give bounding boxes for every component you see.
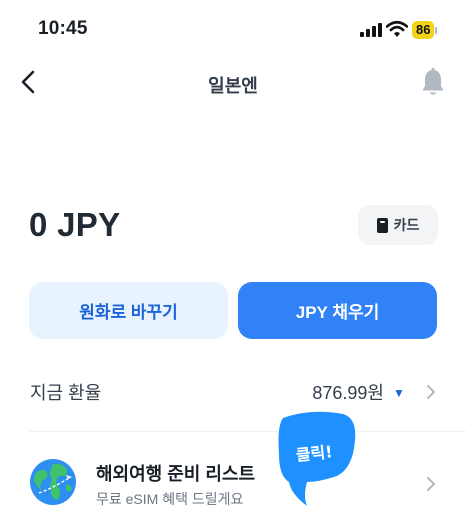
divider [29,431,466,432]
battery-icon: 86 [412,20,438,40]
balance-amount: 0 JPY [29,206,121,243]
promo-subtitle: 무료 eSIM 혜택 드릴게요 [96,491,244,507]
battery-level: 86 [412,21,435,39]
chevron-right-icon [427,385,435,399]
wifi-icon [386,20,408,37]
fill-jpy-button[interactable]: JPY 채우기 [238,282,437,339]
status-time: 10:45 [38,18,88,39]
rate-down-icon: ▼ [393,386,405,400]
exchange-rate-row[interactable]: 지금 환율 876.99원 ▼ [0,365,466,417]
status-bar: 10:45 86 [0,0,466,56]
globe-icon [30,459,76,505]
page-title: 일본엔 [208,76,258,96]
rate-value: 876.99원 [312,383,384,403]
card-button[interactable]: 카드 [358,205,438,245]
exchange-to-krw-button[interactable]: 원화로 바꾸기 [29,282,228,339]
bell-icon[interactable] [419,67,447,99]
promo-title: 해외여행 준비 리스트 [96,464,256,484]
chevron-right-icon [427,477,435,491]
travel-checklist-row[interactable]: 해외여행 준비 리스트 무료 eSIM 혜택 드릴게요 [0,440,466,532]
signal-icon [360,23,382,37]
rate-label: 지금 환율 [30,383,102,403]
card-button-label: 카드 [393,217,420,233]
card-icon [376,217,388,233]
nav-bar: 일본엔 [0,56,466,110]
